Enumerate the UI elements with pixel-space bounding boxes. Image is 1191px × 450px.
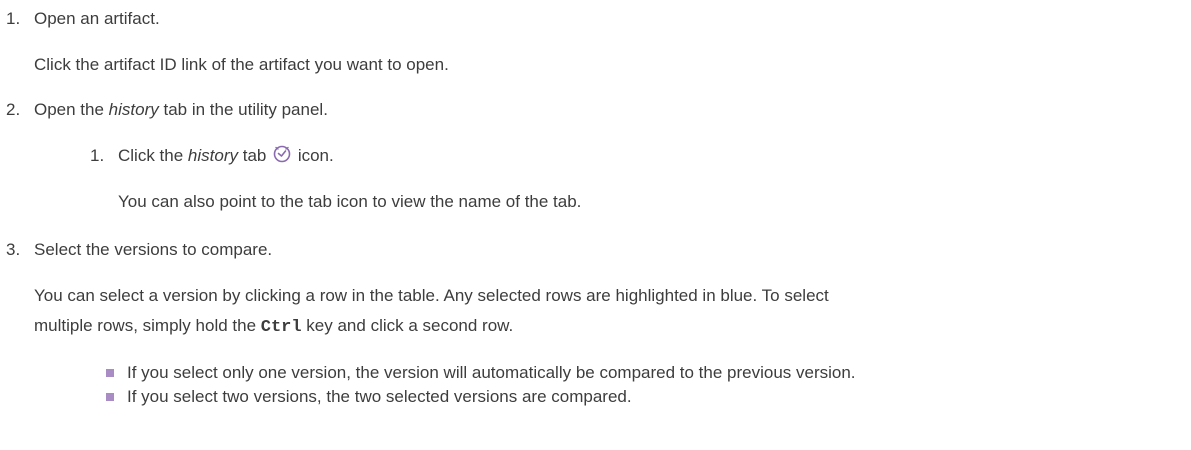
substep-1-number: 1.	[90, 146, 105, 165]
substep-1-title-pre: Click the	[118, 146, 188, 165]
step-1-number: 1.	[6, 9, 21, 28]
step-3-title: Select the versions to compare.	[34, 240, 273, 259]
step-2-title: Open the history tab in the utility pane…	[34, 99, 328, 121]
bullet-item-1: If you select only one version, the vers…	[127, 363, 856, 382]
step-3-detail-line-2-post: key and click a second row.	[301, 316, 514, 335]
substep-1-title-post: icon.	[293, 146, 334, 165]
clock-icon	[273, 145, 291, 163]
substep-1-detail: You can also point to the tab icon to vi…	[118, 192, 582, 211]
bullet-marker	[106, 393, 114, 401]
step-2-title-em: history	[108, 100, 159, 119]
bullet-item-2: If you select two versions, the two sele…	[127, 387, 632, 406]
ctrl-key: Ctrl	[260, 318, 302, 337]
step-2-title-pre: Open the	[34, 100, 109, 119]
step-3-detail-line-1: You can select a version by clicking a r…	[34, 286, 829, 305]
substep-1-title: Click the history tab icon.	[118, 145, 334, 167]
step-3-number: 3.	[6, 240, 21, 259]
substep-1-title-mid: tab	[238, 146, 272, 165]
bullet-marker	[106, 369, 114, 377]
step-1-title: Open an artifact.	[34, 9, 160, 28]
step-2-number: 2.	[6, 100, 21, 119]
substep-1-title-em: history	[187, 146, 238, 165]
step-1-detail: Click the artifact ID link of the artifa…	[34, 55, 449, 74]
step-3-detail-line-2: multiple rows, simply hold the Ctrl key …	[34, 315, 513, 339]
step-3-detail-line-2-pre: multiple rows, simply hold the	[34, 316, 261, 335]
step-2-title-post: tab in the utility panel.	[158, 100, 328, 119]
